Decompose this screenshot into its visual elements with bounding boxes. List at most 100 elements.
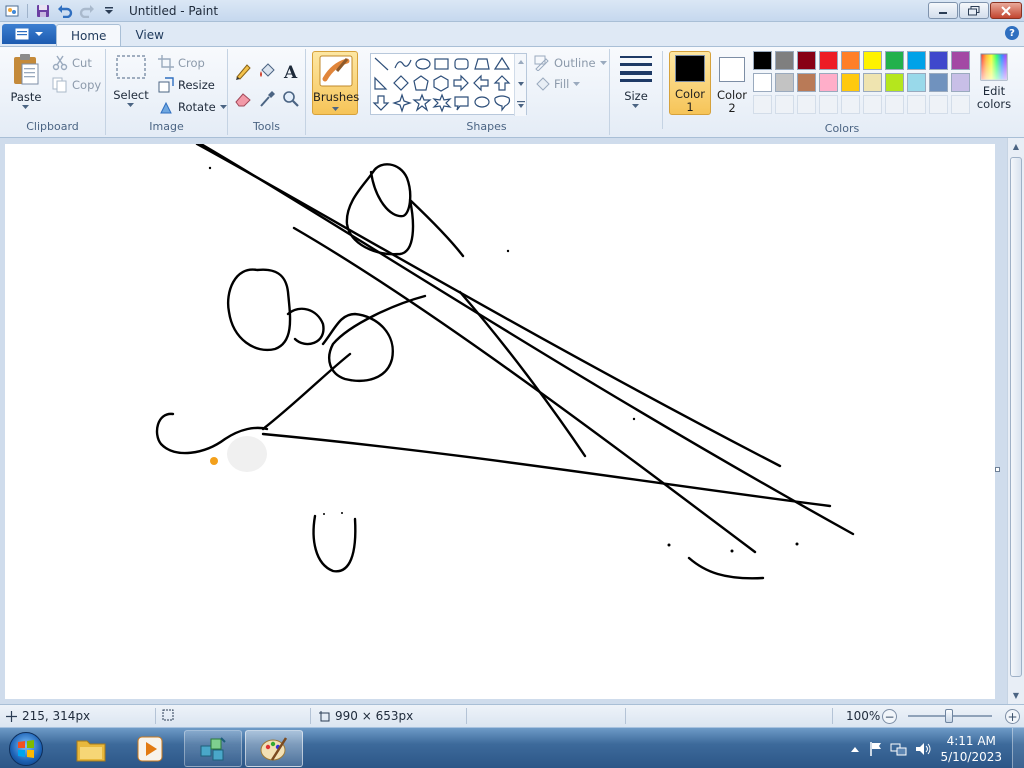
resize-button[interactable]: Resize	[158, 75, 215, 95]
color-swatch[interactable]	[819, 95, 838, 114]
text-icon[interactable]: A	[280, 60, 302, 82]
color-swatch[interactable]	[753, 73, 772, 92]
pencil-icon[interactable]	[232, 60, 254, 82]
paint-icon	[260, 736, 288, 761]
scroll-down-icon[interactable]: ▼	[1008, 687, 1024, 704]
plus-icon: +	[1007, 709, 1018, 724]
drawing-canvas[interactable]	[5, 142, 995, 699]
outline-button[interactable]: Outline	[534, 53, 608, 73]
color-swatch[interactable]	[863, 95, 882, 114]
close-button[interactable]	[990, 2, 1022, 19]
color-swatch[interactable]	[951, 95, 970, 114]
resize-icon	[158, 77, 174, 93]
save-icon[interactable]	[33, 2, 53, 20]
color-swatch[interactable]	[929, 51, 948, 70]
tab-home[interactable]: Home	[56, 24, 122, 46]
stroke-bottom-curve	[687, 556, 765, 580]
fill-button[interactable]: Fill	[534, 74, 581, 94]
color-swatch[interactable]	[775, 73, 794, 92]
select-button[interactable]: Select	[112, 54, 150, 108]
color-swatch[interactable]	[863, 73, 882, 92]
brushes-button[interactable]: Brushes	[312, 51, 360, 115]
app-menu-button[interactable]	[2, 24, 56, 44]
color-swatch[interactable]	[907, 73, 926, 92]
show-desktop-button[interactable]	[1012, 728, 1024, 768]
color1-button[interactable]: Color 1	[669, 51, 711, 115]
tab-view[interactable]: View	[121, 24, 177, 46]
magnifier-icon[interactable]	[280, 88, 302, 110]
color-swatch[interactable]	[775, 95, 794, 114]
color-swatch[interactable]	[907, 95, 926, 114]
stroke-long-diagonal-3	[292, 226, 757, 554]
color-swatch[interactable]	[775, 51, 794, 70]
start-button[interactable]	[4, 730, 48, 768]
customize-qat-icon[interactable]	[99, 2, 119, 20]
zoom-slider-thumb[interactable]	[945, 709, 953, 723]
zoom-in-button[interactable]: +	[1005, 709, 1020, 724]
close-icon	[1001, 5, 1011, 16]
shapes-gallery-scrollbar[interactable]	[514, 54, 526, 116]
cursor-position: 215, 314px	[6, 709, 90, 723]
network-icon[interactable]	[890, 741, 908, 757]
taskbar-network-app[interactable]	[184, 730, 242, 767]
color-swatch[interactable]	[885, 51, 904, 70]
color-swatch[interactable]	[907, 51, 926, 70]
show-hidden-icons-icon[interactable]	[850, 745, 860, 753]
scrollbar-thumb[interactable]	[1010, 157, 1022, 677]
color-swatch[interactable]	[951, 51, 970, 70]
maximize-button[interactable]	[959, 2, 989, 19]
color-swatch[interactable]	[819, 73, 838, 92]
status-separator	[832, 708, 833, 724]
color-swatch[interactable]	[929, 73, 948, 92]
action-center-flag-icon[interactable]	[868, 741, 884, 757]
eraser-icon[interactable]	[232, 88, 254, 110]
brushes-label: Brushes	[313, 90, 360, 104]
color-swatch[interactable]	[885, 73, 904, 92]
color-swatch[interactable]	[929, 95, 948, 114]
stroke-long-diagonal-2	[199, 142, 855, 536]
color-swatch[interactable]	[951, 73, 970, 92]
clipboard-group-label: Clipboard	[26, 120, 79, 133]
color-swatch[interactable]	[841, 95, 860, 114]
color-swatch[interactable]	[885, 95, 904, 114]
crop-button[interactable]: Crop	[158, 53, 205, 73]
paste-button[interactable]: Paste	[6, 52, 46, 110]
copy-button[interactable]: Copy	[52, 75, 101, 95]
image-group: Select Crop Resize Rotate Image	[106, 49, 228, 135]
canvas-resize-handle[interactable]	[995, 467, 1000, 472]
color-swatch[interactable]	[753, 51, 772, 70]
eraser-cursor-shadow	[227, 436, 267, 472]
help-icon[interactable]: ?	[1005, 26, 1019, 40]
color-swatch[interactable]	[841, 73, 860, 92]
taskbar-explorer[interactable]	[62, 730, 120, 767]
color-picker-icon[interactable]	[256, 88, 278, 110]
volume-icon[interactable]	[914, 741, 932, 757]
color-swatch[interactable]	[797, 73, 816, 92]
color2-button[interactable]: Color 2	[712, 51, 752, 115]
paint-app-icon[interactable]	[2, 2, 22, 20]
taskbar-paint[interactable]	[245, 730, 303, 767]
taskbar-media-player[interactable]	[121, 730, 179, 767]
media-player-icon	[137, 736, 163, 761]
edit-colors-button[interactable]: Edit colors	[975, 53, 1013, 111]
undo-icon[interactable]	[55, 2, 75, 20]
size-button[interactable]: Size	[616, 53, 656, 109]
status-separator	[310, 708, 311, 724]
redo-icon[interactable]	[77, 2, 97, 20]
color-swatch[interactable]	[819, 51, 838, 70]
color-swatch[interactable]	[841, 51, 860, 70]
color-swatch[interactable]	[797, 95, 816, 114]
color-swatch[interactable]	[753, 95, 772, 114]
rotate-button[interactable]: Rotate	[158, 97, 228, 117]
color-swatch[interactable]	[797, 51, 816, 70]
minimize-button[interactable]	[928, 2, 958, 19]
paste-icon	[14, 54, 39, 85]
scroll-up-icon[interactable]: ▲	[1008, 138, 1024, 155]
zoom-out-button[interactable]: −	[882, 709, 897, 724]
vertical-scrollbar[interactable]: ▲ ▼	[1007, 138, 1024, 704]
color-swatch[interactable]	[863, 51, 882, 70]
cut-button[interactable]: Cut	[52, 53, 92, 73]
fill-bucket-icon[interactable]	[256, 60, 278, 82]
clock[interactable]: 4:11 AM 5/10/2023	[940, 733, 1002, 765]
clipboard-group: Paste Cut Copy Clipboard	[0, 49, 106, 135]
